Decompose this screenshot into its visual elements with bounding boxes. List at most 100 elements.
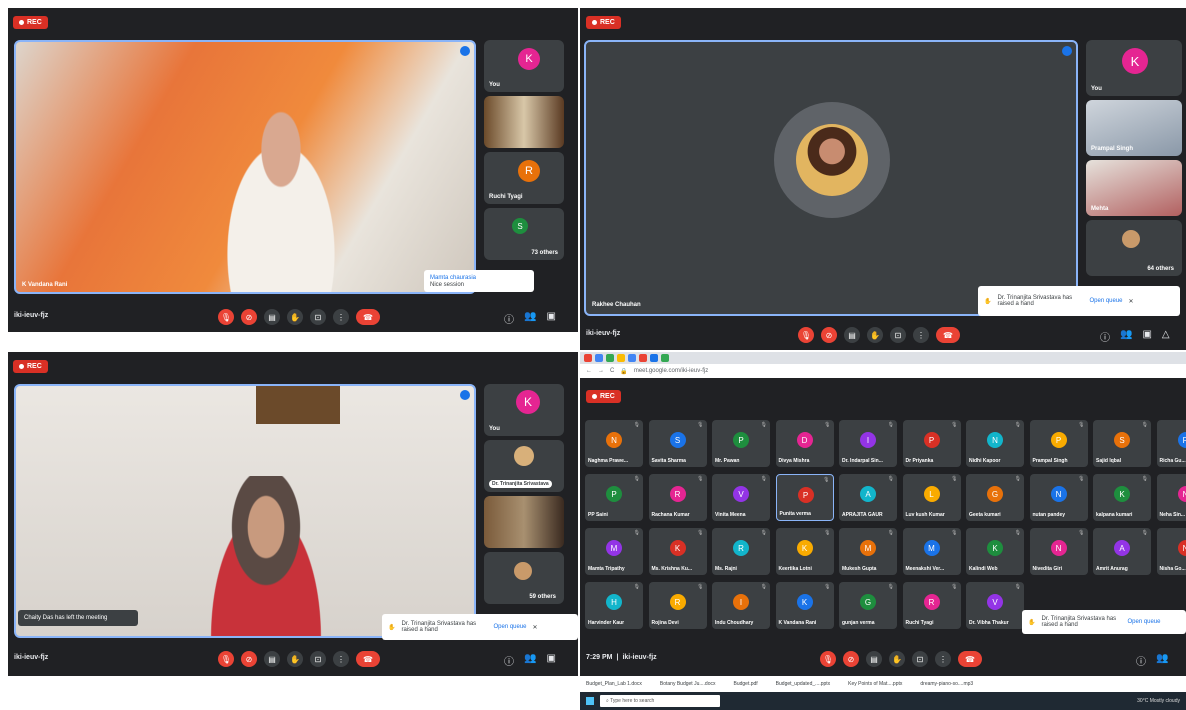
- info-icon[interactable]: ⓘ: [1136, 653, 1146, 668]
- download-item[interactable]: Budget_Plan_Lab 1.docx: [586, 681, 652, 687]
- close-icon[interactable]: ✕: [1129, 298, 1134, 305]
- more-options-button[interactable]: ⋮: [935, 651, 951, 667]
- url-text[interactable]: meet.google.com/iki-ieuv-fjz: [634, 368, 708, 374]
- grid-tile[interactable]: L 🎙 Luv kush Kumar: [902, 474, 961, 521]
- present-button[interactable]: ⊡: [912, 651, 928, 667]
- side-tile-you[interactable]: K You: [484, 384, 564, 436]
- download-item[interactable]: dreamy-piano-so....mp3: [920, 681, 983, 687]
- captions-button[interactable]: ▤: [264, 651, 280, 667]
- grid-tile[interactable]: N🎙Neha Sin...: [1156, 474, 1186, 521]
- grid-tile[interactable]: P 🎙 Dr Priyanka: [902, 420, 961, 467]
- windows-start-icon[interactable]: [586, 697, 594, 705]
- grid-tile[interactable]: A 🎙 Amrit Anurag: [1093, 528, 1151, 575]
- forward-icon[interactable]: →: [598, 368, 604, 374]
- download-item[interactable]: Botany Budget Ju....docx: [660, 681, 726, 687]
- tab-favicon[interactable]: [617, 354, 625, 362]
- grid-tile[interactable]: K 🎙 Keertika Lotni: [775, 528, 834, 575]
- side-tile-trinanjita[interactable]: Dr. Trinanjita Srivastava: [484, 440, 564, 492]
- side-tile-others[interactable]: 64 others: [1086, 220, 1182, 276]
- raise-hand-button[interactable]: ✋: [287, 309, 303, 325]
- present-button[interactable]: ⊡: [310, 309, 326, 325]
- tab-favicon[interactable]: [639, 354, 647, 362]
- grid-tile[interactable]: P 🎙 Prampal Singh: [1029, 420, 1088, 467]
- grid-tile[interactable]: D 🎙 Divya Mishra: [775, 420, 834, 467]
- camera-off-button[interactable]: ⊘: [843, 651, 859, 667]
- info-icon[interactable]: ⓘ: [504, 311, 514, 326]
- grid-tile[interactable]: S 🎙 Sajid Iqbal: [1093, 420, 1151, 467]
- grid-tile[interactable]: G 🎙 Geeta kumari: [966, 474, 1024, 521]
- raise-hand-button[interactable]: ✋: [287, 651, 303, 667]
- raise-hand-toast[interactable]: ✋ Dr. Trinanjita Srivastava has raised a …: [1022, 610, 1186, 634]
- grid-tile[interactable]: R🎙Richa Gu...: [1156, 420, 1186, 467]
- side-tile-you[interactable]: K You: [1086, 40, 1182, 96]
- captions-button[interactable]: ▤: [264, 309, 280, 325]
- back-icon[interactable]: ←: [586, 368, 592, 374]
- grid-tile[interactable]: P 🎙 Mr. Pawan: [712, 420, 770, 467]
- open-queue-link[interactable]: Open queue: [1127, 619, 1160, 625]
- side-tile-prampal[interactable]: Prampal Singh: [1086, 100, 1182, 156]
- taskbar-search[interactable]: ⌕ Type here to search: [600, 695, 720, 707]
- side-tile-video[interactable]: [484, 96, 564, 148]
- side-tile-ruchi[interactable]: R Ruchi Tyagi: [484, 152, 564, 204]
- grid-tile[interactable]: P 🎙 Punita verma: [775, 474, 834, 521]
- chat-toast[interactable]: Mamta chaurasia Nice session: [424, 270, 534, 292]
- tab-favicon[interactable]: [628, 354, 636, 362]
- download-item[interactable]: Key Points of Mat....pptx: [848, 681, 912, 687]
- tab-favicon[interactable]: [661, 354, 669, 362]
- grid-tile[interactable]: V 🎙 Vinita Meena: [712, 474, 770, 521]
- people-icon[interactable]: 👥: [524, 311, 536, 326]
- grid-tile[interactable]: K 🎙 Ms. Krishna Ku...: [648, 528, 707, 575]
- leave-call-button[interactable]: ☎: [958, 651, 982, 667]
- side-tile-video[interactable]: [484, 496, 564, 548]
- present-button[interactable]: ⊡: [890, 327, 906, 343]
- people-icon[interactable]: 👥: [524, 653, 536, 668]
- leave-call-button[interactable]: ☎: [356, 309, 380, 325]
- activities-icon[interactable]: △: [1162, 329, 1170, 344]
- open-queue-link[interactable]: Open queue: [493, 624, 526, 630]
- raise-hand-toast[interactable]: ✋ Dr. Trinanjita Srivastava has raised a …: [978, 286, 1180, 316]
- raise-hand-button[interactable]: ✋: [889, 651, 905, 667]
- side-tile-others[interactable]: S 73 others: [484, 208, 564, 260]
- grid-tile[interactable]: K 🎙 kalpana kumari: [1093, 474, 1151, 521]
- grid-tile[interactable]: M 🎙 Mukesh Gupta: [839, 528, 897, 575]
- grid-tile[interactable]: G 🎙 gunjan verma: [839, 582, 897, 629]
- camera-off-button[interactable]: ⊘: [821, 327, 837, 343]
- side-tile-others[interactable]: 59 others: [484, 552, 564, 604]
- download-item[interactable]: Budget_updated_....pptx: [776, 681, 841, 687]
- side-tile-mehta[interactable]: Mehta: [1086, 160, 1182, 216]
- grid-tile[interactable]: M 🎙 Mamta Tripathy: [585, 528, 643, 575]
- grid-tile[interactable]: N 🎙 Nidhi Kapoor: [966, 420, 1024, 467]
- grid-tile[interactable]: V 🎙 Dr. Vibha Thakur: [966, 582, 1024, 629]
- open-queue-link[interactable]: Open queue: [1089, 298, 1122, 304]
- grid-tile[interactable]: N🎙Nisha Go...: [1156, 528, 1186, 575]
- info-icon[interactable]: ⓘ: [1100, 329, 1110, 344]
- tab-favicon[interactable]: [595, 354, 603, 362]
- camera-off-button[interactable]: ⊘: [241, 651, 257, 667]
- grid-tile[interactable]: R 🎙 Ms. Rajni: [712, 528, 770, 575]
- grid-tile[interactable]: R 🎙 Rachana Kumar: [648, 474, 707, 521]
- close-icon[interactable]: ✕: [533, 624, 538, 631]
- raise-hand-toast[interactable]: ✋ Dr. Trinanjita Srivastava has raised a …: [382, 614, 578, 640]
- info-icon[interactable]: ⓘ: [504, 653, 514, 668]
- people-icon[interactable]: 👥: [1120, 329, 1132, 344]
- grid-tile[interactable]: K 🎙 Kalindi Web: [966, 528, 1024, 575]
- tab-favicon[interactable]: [650, 354, 658, 362]
- mic-off-button[interactable]: 🎙: [218, 651, 234, 667]
- mic-off-button[interactable]: 🎙: [798, 327, 814, 343]
- more-options-button[interactable]: ⋮: [333, 309, 349, 325]
- grid-tile[interactable]: I 🎙 Dr. Indarpal Sin...: [839, 420, 897, 467]
- side-tile-you[interactable]: K You: [484, 40, 564, 92]
- reload-icon[interactable]: C: [610, 368, 614, 374]
- grid-tile[interactable]: S 🎙 Savita Sharma: [648, 420, 707, 467]
- grid-tile[interactable]: N 🎙 nutan pandey: [1029, 474, 1088, 521]
- camera-off-button[interactable]: ⊘: [241, 309, 257, 325]
- grid-tile[interactable]: K 🎙 K Vandana Rani: [775, 582, 834, 629]
- more-options-button[interactable]: ⋮: [333, 651, 349, 667]
- grid-tile[interactable]: R 🎙 Rojina Devi: [648, 582, 707, 629]
- mic-off-button[interactable]: 🎙: [820, 651, 836, 667]
- grid-tile[interactable]: N 🎙 Naghma Prawe...: [585, 420, 643, 467]
- chat-icon[interactable]: ▣: [1142, 329, 1151, 344]
- chat-icon[interactable]: ▣: [546, 311, 555, 326]
- download-item[interactable]: Budget.pdf: [733, 681, 767, 687]
- grid-tile[interactable]: M 🎙 Meenakshi Ver...: [902, 528, 961, 575]
